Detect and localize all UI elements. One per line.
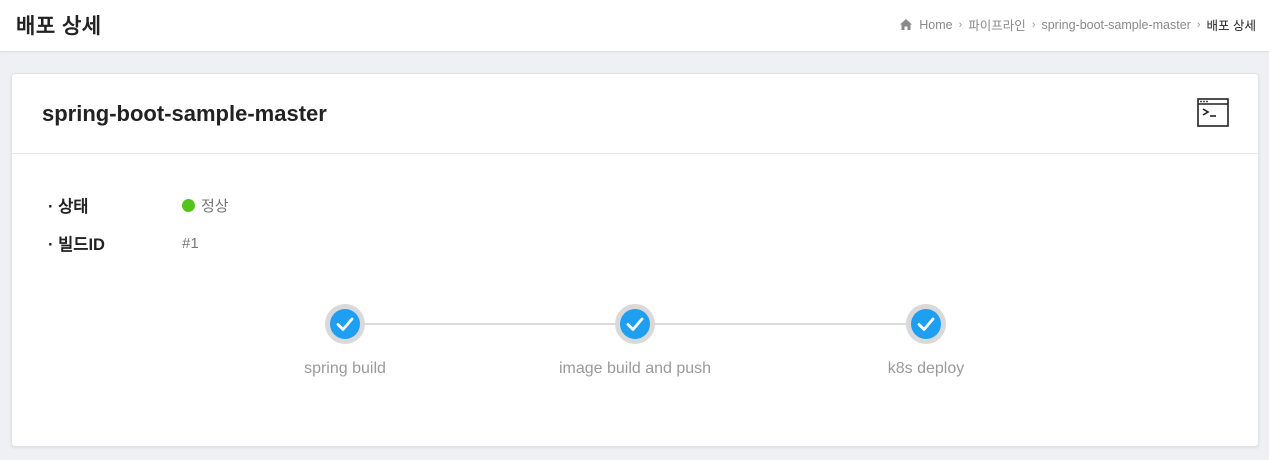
- page-title: 배포 상세: [16, 15, 102, 38]
- breadcrumb: Home › 파이프라인 › spring-boot-sample-master…: [900, 15, 1256, 34]
- stage-label: k8s deploy: [887, 360, 965, 377]
- chevron-right-icon: ›: [1031, 18, 1036, 31]
- deployment-detail-card: spring-boot-sample-master · 상태 정상 · 빌드ID…: [11, 73, 1259, 447]
- card-header: spring-boot-sample-master: [12, 74, 1258, 154]
- chevron-right-icon: ›: [958, 18, 963, 31]
- check-icon: [620, 309, 650, 339]
- build-id-label: · 빌드ID: [48, 236, 105, 254]
- home-icon: [900, 19, 913, 30]
- status-dot-icon: [182, 198, 195, 212]
- pipeline-title: spring-boot-sample-master: [42, 101, 327, 126]
- build-id-row: · 빌드ID #1: [48, 231, 199, 255]
- stage-node-image-build-and-push[interactable]: [615, 304, 655, 344]
- terminal-icon: [1197, 98, 1229, 127]
- status-label: · 상태: [48, 198, 89, 216]
- chevron-right-icon: ›: [1196, 18, 1201, 31]
- stage-label: image build and push: [558, 360, 712, 377]
- stage-node-spring-build[interactable]: [325, 304, 365, 344]
- status-value: 정상: [201, 197, 229, 215]
- status-value-wrap: 정상: [182, 195, 229, 216]
- top-bar: 배포 상세 Home › 파이프라인 › spring-boot-sample-…: [0, 0, 1269, 52]
- check-icon: [330, 309, 360, 339]
- stage-label: spring build: [304, 360, 386, 377]
- build-id-value: #1: [182, 234, 199, 252]
- breadcrumb-pipeline[interactable]: 파이프라인: [968, 15, 1026, 34]
- breadcrumb-pipeline-name[interactable]: spring-boot-sample-master: [1041, 18, 1190, 32]
- check-icon: [911, 309, 941, 339]
- breadcrumb-current: 배포 상세: [1206, 19, 1256, 33]
- status-row: · 상태 정상: [48, 193, 229, 217]
- breadcrumb-home[interactable]: Home: [919, 18, 952, 32]
- stage-node-k8s-deploy[interactable]: [906, 304, 946, 344]
- terminal-button[interactable]: [1197, 98, 1229, 127]
